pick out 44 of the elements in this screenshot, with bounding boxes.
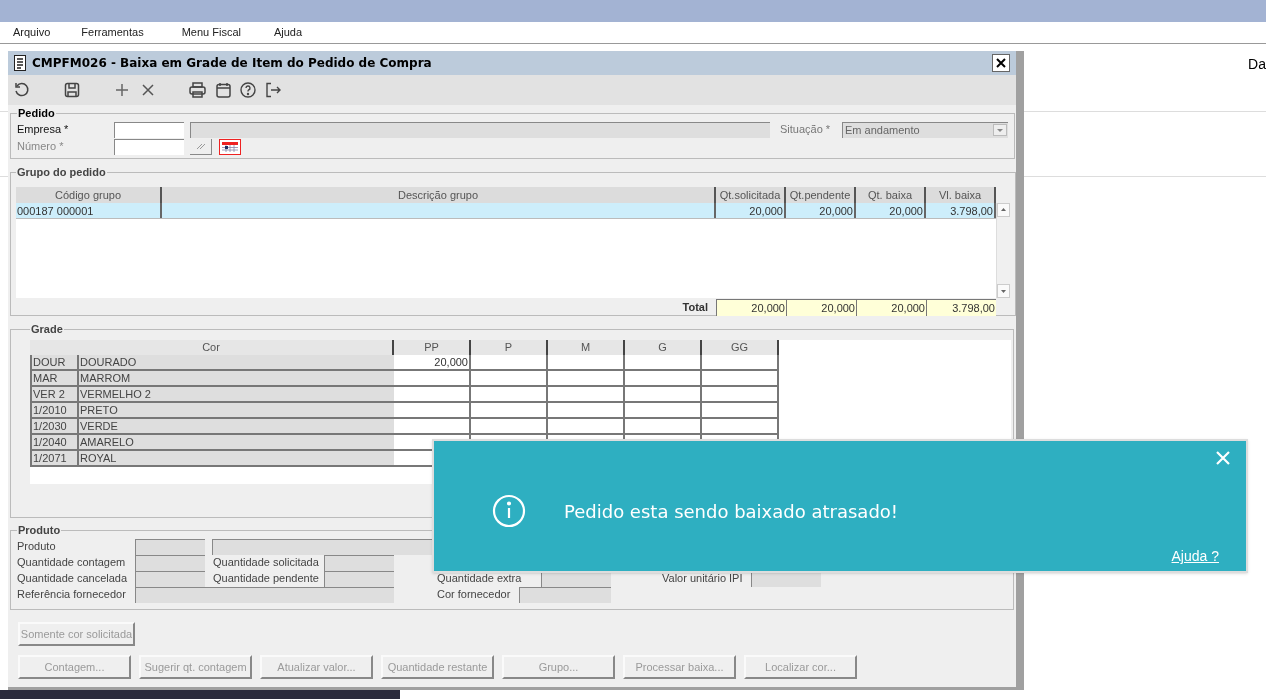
total-label: Total [681, 299, 709, 315]
field-label: Número * [17, 139, 65, 155]
menu-item[interactable]: Menu Fiscal [181, 24, 241, 41]
field-label: Empresa * [17, 122, 70, 138]
column-header[interactable]: PP [394, 339, 471, 355]
column-header[interactable]: M [548, 339, 625, 355]
column-header[interactable]: Vl. baixa [926, 186, 996, 203]
total-cell: 20,000 [856, 298, 926, 316]
notification-message: Pedido esta sendo baixado atrasado! [564, 499, 899, 524]
table-cell: 20,000 [786, 202, 856, 218]
field-label: Cor fornecedor [437, 587, 512, 603]
window-title: CMPFM026 - Baixa em Grade de Item do Pedido de Compra [32, 55, 432, 72]
section-title: Grade [30, 322, 64, 337]
field-label: Produto [17, 539, 57, 555]
field-label: Quantidade solicitada [213, 555, 320, 571]
field-label: Situação * [780, 122, 832, 138]
section-title: Grupo do pedido [16, 165, 107, 180]
menu-item[interactable]: Arquivo [13, 24, 51, 41]
field-label: Quantidade cancelada [17, 571, 129, 587]
field-label: Quantidade extra [437, 571, 523, 587]
section-title: Pedido [17, 106, 56, 121]
column-header[interactable]: G [625, 339, 702, 355]
column-header[interactable]: Cor [30, 339, 394, 355]
column-header[interactable]: Qt.solicitada [716, 186, 786, 203]
menu-item[interactable]: Ajuda [273, 24, 303, 41]
table-cell: 000187 000001 [16, 202, 162, 218]
field-label: Quantidade contagem [17, 555, 127, 571]
total-cell: 20,000 [786, 298, 856, 316]
column-header[interactable]: P [471, 339, 548, 355]
field-label: Valor unitário IPI [662, 571, 744, 587]
column-header[interactable]: Código grupo [16, 186, 162, 203]
menu-item[interactable]: Ferramentas [81, 24, 144, 41]
column-header[interactable]: Qt. baixa [856, 186, 926, 203]
table-cell: 20,000 [716, 202, 786, 218]
total-cell: 20,000 [716, 298, 786, 316]
background-text: Da [1248, 55, 1266, 74]
field-label: Quantidade pendente [213, 571, 320, 587]
field-label: Referência fornecedor [17, 587, 127, 603]
column-header[interactable]: Qt.pendente [786, 186, 856, 203]
section-title: Produto [17, 523, 62, 538]
total-cell: 3.798,00 [926, 298, 996, 316]
column-header[interactable]: Descrição grupo [162, 186, 716, 203]
column-header[interactable]: GG [702, 339, 779, 355]
table-cell: 20,000 [856, 202, 926, 218]
